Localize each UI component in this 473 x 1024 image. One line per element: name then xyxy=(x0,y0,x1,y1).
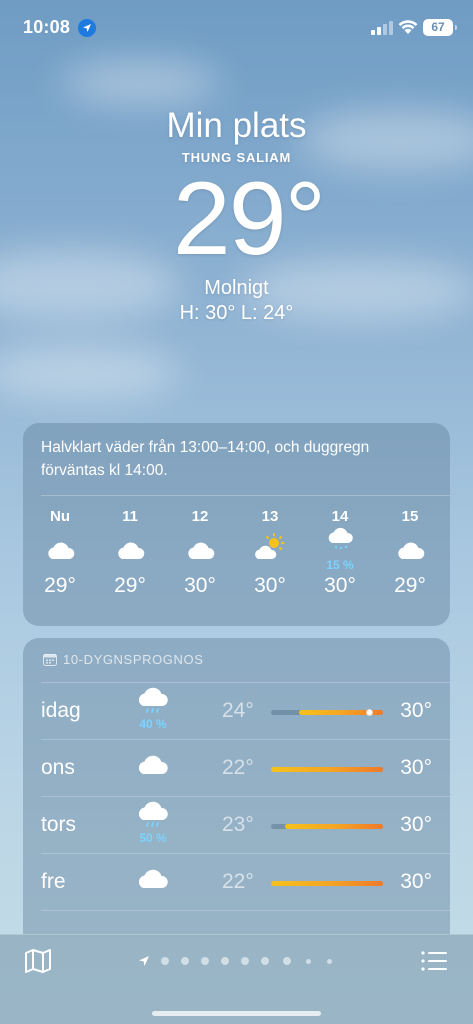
cloud-icon xyxy=(188,542,215,559)
hour-temperature: 29° xyxy=(114,574,146,597)
hourly-forecast-card[interactable]: Halvklart väder från 13:00–14:00, och du… xyxy=(23,423,450,626)
current-condition: Molnigt xyxy=(204,277,269,299)
day-high-temp: 30° xyxy=(400,699,432,722)
cloud-rain-icon xyxy=(138,687,168,713)
page-dot xyxy=(306,959,311,964)
hour-temperature: 30° xyxy=(184,574,216,597)
day-row[interactable]: ons 22° 30° xyxy=(23,740,450,797)
day-row[interactable]: idag 40 % 24° 30° xyxy=(23,683,450,740)
location-title: Min plats xyxy=(166,106,307,145)
page-dot xyxy=(181,957,189,965)
page-dot xyxy=(201,957,209,965)
current-temperature: 29° xyxy=(172,161,326,277)
page-dot xyxy=(327,959,332,964)
day-low-temp: 22° xyxy=(222,756,254,779)
day-low-temp: 24° xyxy=(222,699,254,722)
precip-chance: 40 % xyxy=(139,717,167,731)
calendar-icon xyxy=(43,654,57,666)
page-dot xyxy=(283,957,291,965)
page-dot xyxy=(261,957,269,965)
hour-item: 11 29° xyxy=(95,507,165,599)
precip-chance: 50 % xyxy=(139,831,167,845)
hour-temperature: 30° xyxy=(254,574,286,597)
cloud-icon xyxy=(138,869,168,888)
day-name: fre xyxy=(41,870,66,893)
list-icon[interactable] xyxy=(420,948,448,974)
range-fill xyxy=(285,824,383,829)
status-time: 10:08 xyxy=(23,17,71,37)
day-high-temp: 30° xyxy=(400,870,432,893)
hour-label: 15 xyxy=(401,508,419,525)
hour-label: Nu xyxy=(50,508,70,525)
hour-label: 12 xyxy=(191,508,209,525)
battery-icon: 67 xyxy=(423,19,457,36)
hour-temperature: 30° xyxy=(324,574,356,597)
hour-temperature: 29° xyxy=(44,574,76,597)
day-low-temp: 22° xyxy=(222,870,254,893)
high-low-temperature: H: 30° L: 24° xyxy=(179,302,294,324)
divider xyxy=(41,495,450,496)
range-fill xyxy=(271,767,383,772)
location-arrow-icon xyxy=(139,956,149,966)
home-indicator xyxy=(152,1011,321,1016)
cloud-rain-icon xyxy=(138,801,168,827)
page-indicator[interactable] xyxy=(137,954,337,968)
hour-item: 13 30° xyxy=(235,507,305,599)
page-dot xyxy=(241,957,249,965)
day-name: idag xyxy=(41,699,81,722)
precip-chance: 15 % xyxy=(326,558,354,572)
partly-sunny-icon xyxy=(255,533,285,559)
forecast-summary: Halvklart väder från 13:00–14:00, och du… xyxy=(41,439,370,479)
cloud-icon xyxy=(138,755,168,774)
cloud-drizzle-icon xyxy=(328,527,353,550)
day-high-temp: 30° xyxy=(400,756,432,779)
day-row[interactable]: tors 50 % 23° 30° xyxy=(23,797,450,854)
hour-item: 12 30° xyxy=(165,507,235,599)
temperature-range-bar xyxy=(271,824,383,829)
temperature-range-bar xyxy=(271,767,383,772)
wifi-icon xyxy=(397,18,419,36)
day-row[interactable]: fre 22° 30° xyxy=(23,854,450,911)
day-name: ons xyxy=(41,756,75,779)
cloud-icon xyxy=(398,542,425,559)
map-icon[interactable] xyxy=(24,948,52,974)
location-arrow-icon xyxy=(78,19,96,37)
status-bar: 10:08 67 xyxy=(0,0,473,56)
hour-item: 14 15 % 30° xyxy=(305,507,375,599)
cellular-signal-icon xyxy=(371,21,393,35)
hour-item: Nu 29° xyxy=(25,507,95,599)
temperature-range-bar xyxy=(271,881,383,886)
cloud-icon xyxy=(48,542,75,559)
hour-temperature: 29° xyxy=(394,574,426,597)
day-low-temp: 23° xyxy=(222,813,254,836)
hour-item: 15 29° xyxy=(375,507,445,599)
hourly-list[interactable]: Nu 29° 11 29° 12 30° 13 30° 14 15 % 30° … xyxy=(25,507,448,617)
day-high-temp: 30° xyxy=(400,813,432,836)
day-name: tors xyxy=(41,813,77,836)
page-dot xyxy=(161,957,169,965)
hour-label: 13 xyxy=(261,508,279,525)
daily-forecast-title: 10-DYGNSPROGNOS xyxy=(63,652,204,667)
current-weather-header: Min plats THUNG SALIAM 29° Molnigt H: 30… xyxy=(0,104,473,325)
page-dot xyxy=(221,957,229,965)
range-fill xyxy=(271,881,383,886)
current-temp-marker xyxy=(365,709,373,716)
bottom-toolbar xyxy=(0,934,473,1024)
daily-forecast-card[interactable]: 10-DYGNSPROGNOS idag 40 % 24° 30° ons 22… xyxy=(23,638,450,938)
temperature-range-bar xyxy=(271,709,383,716)
cloud-icon xyxy=(118,542,145,559)
hour-label: 14 xyxy=(331,508,349,525)
hour-label: 11 xyxy=(122,508,138,525)
